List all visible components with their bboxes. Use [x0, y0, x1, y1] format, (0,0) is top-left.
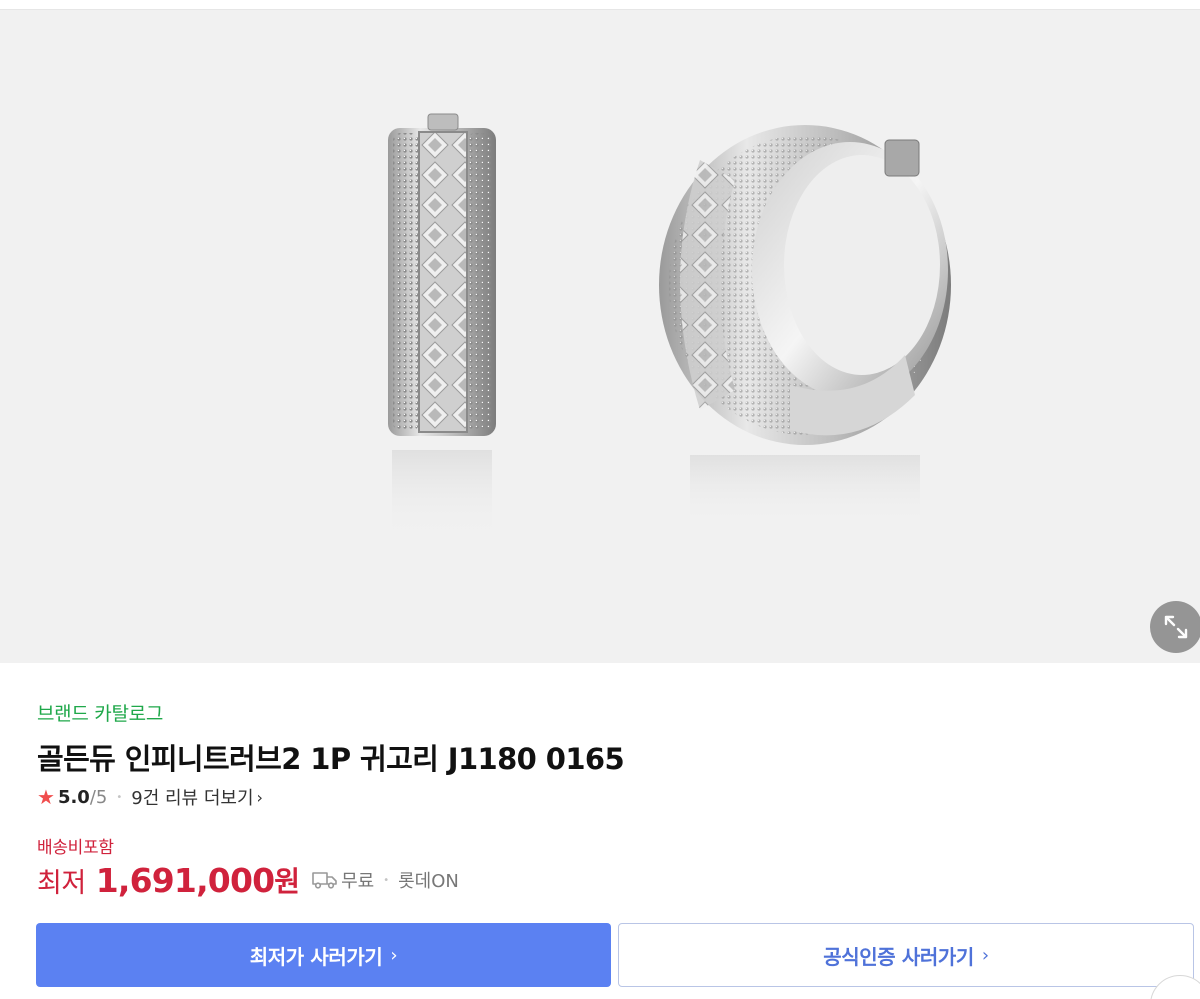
- separator-dot: •: [383, 874, 390, 886]
- chevron-right-icon: ›: [256, 787, 263, 807]
- price-row: 최저 1,691,000 원 무료 • 롯데ON: [37, 858, 459, 902]
- product-image-gallery[interactable]: [0, 10, 1200, 663]
- truck-icon: [312, 872, 337, 889]
- price-value: 1,691,000: [95, 860, 275, 900]
- expand-diagonal-icon: [1164, 615, 1188, 639]
- rating-row: ★ 5.0 /5 • 9건 리뷰 더보기 ›: [37, 784, 263, 810]
- shipping-included-note: 배송비포함: [37, 838, 114, 858]
- expand-image-button[interactable]: [1150, 601, 1200, 653]
- separator-dot: •: [116, 791, 123, 803]
- chevron-right-icon: ›: [981, 944, 989, 966]
- free-shipping-label: 무료: [341, 871, 375, 892]
- price-unit: 원: [274, 865, 301, 898]
- chevron-right-icon: ›: [390, 944, 398, 966]
- buy-official-label: 공식인증 사러가기: [823, 944, 974, 969]
- top-divider: [0, 0, 1200, 10]
- brand-catalog-link[interactable]: 브랜드 카탈로그: [37, 699, 163, 726]
- rating-max: /5: [89, 786, 108, 808]
- buy-official-button[interactable]: 공식인증 사러가기 ›: [618, 923, 1194, 987]
- product-title: 골든듀 인피니트러브2 1P 귀고리 J1180 0165: [37, 742, 625, 776]
- reviews-link[interactable]: 9건 리뷰 더보기: [131, 784, 253, 810]
- star-icon: ★: [37, 785, 55, 809]
- lowest-price-label: 최저: [37, 867, 86, 899]
- rating-score: 5.0: [57, 786, 90, 808]
- buy-lowest-price-button[interactable]: 최저가 사러가기 ›: [36, 923, 611, 987]
- seller-name: 롯데ON: [398, 871, 459, 892]
- buy-lowest-price-label: 최저가 사러가기: [249, 944, 383, 969]
- earring-product-image: [388, 113, 951, 540]
